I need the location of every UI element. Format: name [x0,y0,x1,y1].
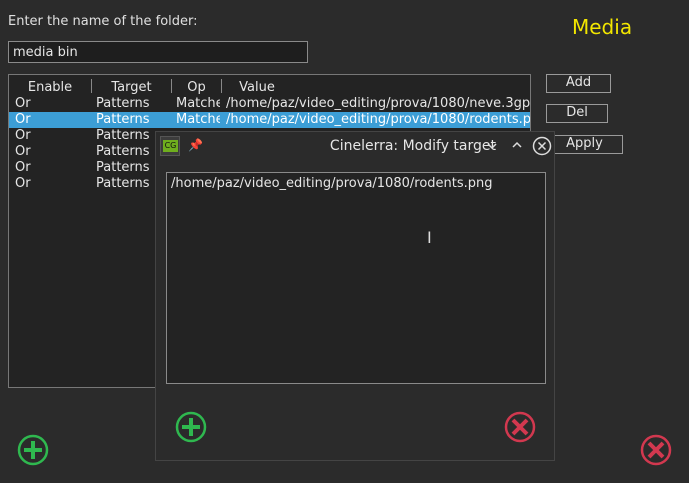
add-button[interactable]: Add [546,74,611,93]
cell-enable: Or [15,144,31,159]
cell-enable: Or [15,128,31,143]
cell-enable: Or [15,176,31,191]
del-button[interactable]: Del [546,104,608,123]
column-header-value[interactable]: Value [222,80,292,95]
window-heading: Media [572,15,633,39]
cell-enable: Or [15,112,31,127]
cell-value: /home/paz/video_editing/prova/1080/roden… [226,112,531,127]
list-header: Enable Target Op Value [9,75,530,95]
column-header-target[interactable]: Target [92,80,171,95]
close-icon[interactable] [532,136,552,156]
cell-enable: Or [15,160,31,175]
column-header-enable[interactable]: Enable [9,80,91,95]
modify-target-dialog: CG 📌 Cinelerra: Modify target /home/paz/… [155,131,555,461]
text-cursor-icon: I [427,228,432,247]
column-header-op[interactable]: Op [172,80,221,95]
ok-button[interactable] [17,434,49,466]
target-value-text: /home/paz/video_editing/prova/1080/roden… [171,176,493,191]
maximize-icon[interactable] [511,139,523,151]
cancel-button[interactable] [640,434,672,466]
table-row[interactable]: Or Patterns Matches/home/paz/video_editing… [9,112,530,128]
table-row[interactable]: Or Patterns Matches/home/paz/video_editing… [9,96,530,112]
dialog-titlebar[interactable]: CG 📌 Cinelerra: Modify target [156,132,554,160]
dialog-title: Cinelerra: Modify target [329,138,496,154]
dialog-ok-button[interactable] [175,411,207,443]
cell-op: Matches [176,96,220,111]
folder-name-input[interactable] [8,41,308,63]
cell-target: Patterns [96,96,150,111]
folder-name-label: Enter the name of the folder: [8,14,198,29]
cell-enable: Or [15,96,31,111]
cell-target: Patterns [96,112,150,127]
cell-value: /home/paz/video_editing/prova/1080/neve.… [226,96,531,111]
cell-op: Matches [176,112,220,127]
apply-button[interactable]: Apply [546,135,623,154]
minimize-icon[interactable] [486,140,498,152]
target-value-textarea[interactable]: /home/paz/video_editing/prova/1080/roden… [166,172,546,384]
dialog-cancel-button[interactable] [504,411,536,443]
